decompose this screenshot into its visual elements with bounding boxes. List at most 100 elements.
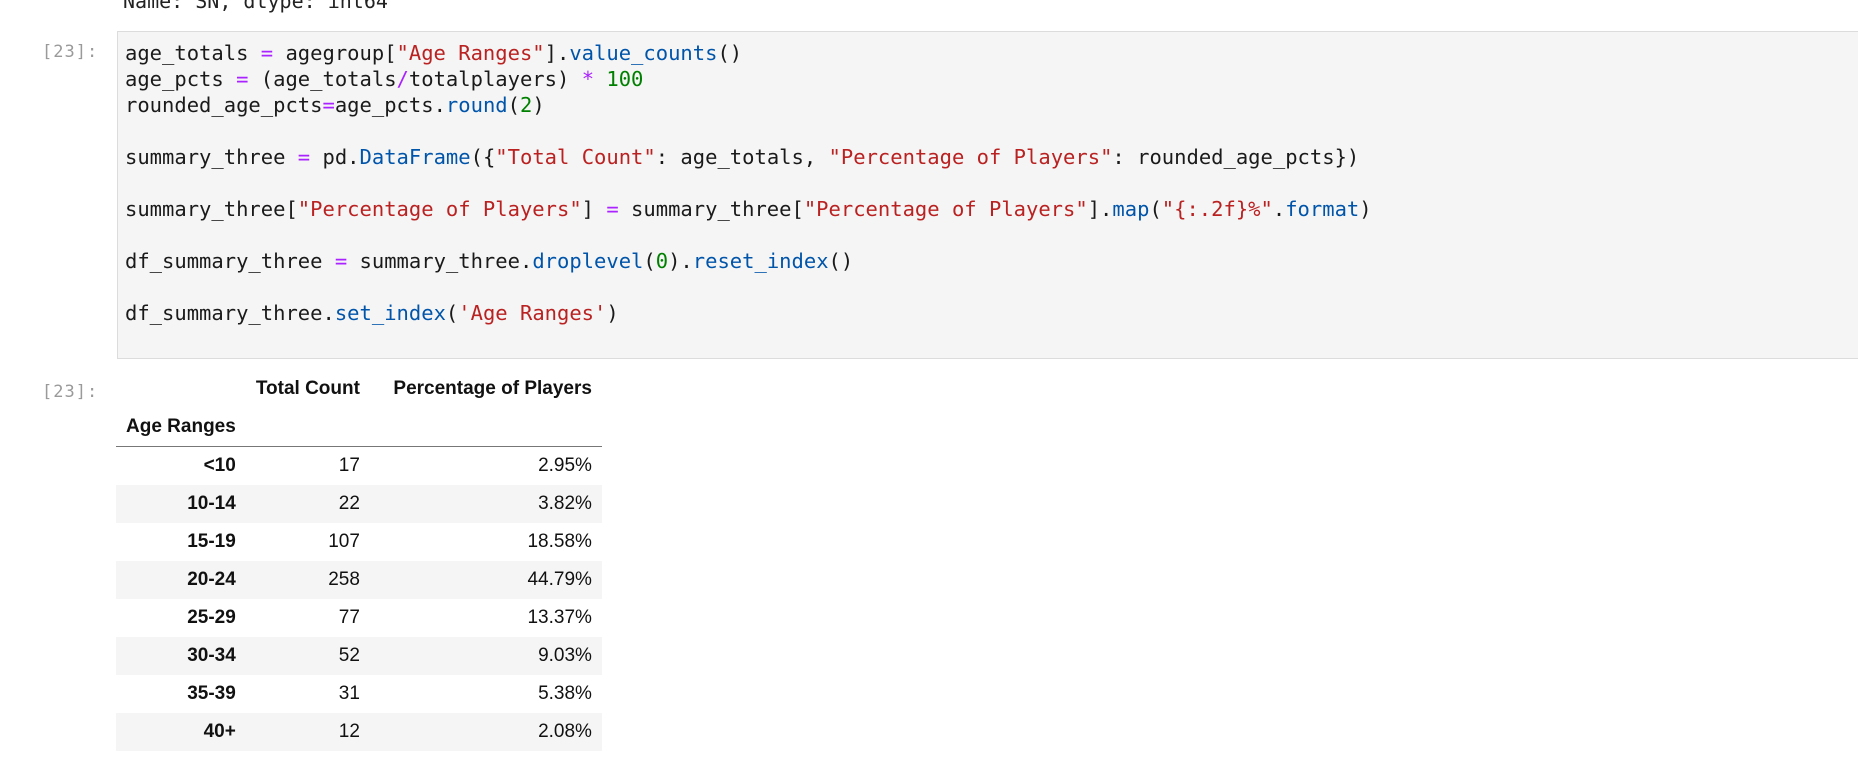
code-token: format [1285, 197, 1360, 221]
total-count-cell: 107 [328, 531, 360, 552]
code-token: () [717, 41, 743, 65]
code-token: ({ [470, 145, 496, 169]
code-token: () [828, 249, 854, 273]
code-token: round [445, 93, 508, 117]
code-line: df_summary_three = summary_three.droplev… [125, 249, 853, 273]
code-line: summary_three = pd.DataFrame({"Total Cou… [125, 145, 1359, 169]
code-line: rounded_age_pcts=age_pcts.round(2) [125, 93, 545, 117]
code-token: "Age Ranges" [396, 41, 545, 65]
code-token: ( [507, 93, 520, 117]
code-token: = [334, 249, 348, 273]
table-body: <10 17 2.95% 10-14 22 3.82% 15-19 107 18.58% 20-2… [116, 447, 602, 751]
code-token: pd. [310, 145, 360, 169]
total-count-cell: 258 [328, 569, 360, 590]
code-token: age_pcts. [334, 93, 446, 117]
code-token: * [581, 67, 595, 91]
row-index-label: 40+ [203, 721, 236, 742]
blank-header-cell [245, 408, 370, 447]
code-token: DataFrame [359, 145, 471, 169]
previous-output-text: Name: SN, dtype: int64 [123, 0, 388, 13]
code-line: age_pcts = (age_totals/totalplayers) * 1… [125, 67, 643, 91]
code-token: set_index [334, 301, 446, 325]
table-row: 25-29 77 13.37% [116, 599, 602, 637]
code-token: 100 [606, 67, 644, 91]
index-header-row: Age Ranges [116, 408, 602, 447]
code-token: ) [1359, 197, 1372, 221]
code-token: reset_index [692, 249, 829, 273]
table-row: 35-39 31 5.38% [116, 675, 602, 713]
code-token: (age_totals [248, 67, 397, 91]
column-header-row: Total Count Percentage of Players [116, 370, 602, 408]
code-token: "Percentage of Players" [828, 145, 1113, 169]
code-token: ] [581, 197, 607, 221]
code-token: "{:.2f}%" [1161, 197, 1273, 221]
code-token: agegroup[ [273, 41, 397, 65]
total-count-cell: 12 [338, 721, 360, 742]
output-prompt: [23]: [42, 382, 99, 402]
code-token: 2 [519, 93, 533, 117]
code-token: = [606, 197, 619, 221]
index-name-header: Age Ranges [116, 408, 246, 447]
code-token: value_counts [569, 41, 718, 65]
column-header-percentage: Percentage of Players [393, 378, 592, 399]
code-token: / [396, 67, 409, 91]
row-index-label: 35-39 [187, 683, 236, 704]
table-row: 10-14 22 3.82% [116, 485, 602, 523]
code-token: ( [1149, 197, 1162, 221]
input-prompt: [23]: [42, 42, 99, 62]
code-token: summary_three [125, 145, 298, 169]
code-token: 0 [655, 249, 669, 273]
code-token: "Percentage of Players" [803, 197, 1088, 221]
code-token: . [1272, 197, 1286, 221]
row-index-label: 25-29 [187, 607, 236, 628]
code-token: ) [606, 301, 619, 325]
code-token: summary_three[ [125, 197, 298, 221]
code-token: map [1112, 197, 1150, 221]
code-token: ( [643, 249, 656, 273]
percentage-cell: 18.58% [527, 531, 592, 552]
code-token: 'Age Ranges' [458, 301, 607, 325]
table-row: <10 17 2.95% [116, 447, 602, 486]
percentage-cell: 5.38% [538, 683, 592, 704]
blank-header-cell [116, 370, 246, 408]
row-index-label: 10-14 [187, 493, 236, 514]
code-token: df_summary_three [125, 249, 335, 273]
blank-header-cell [369, 408, 602, 447]
percentage-cell: 2.08% [538, 721, 592, 742]
percentage-cell: 44.79% [527, 569, 592, 590]
code-token: = [236, 67, 249, 91]
code-token: age_pcts [125, 67, 237, 91]
code-token: : rounded_age_pcts}) [1112, 145, 1360, 169]
code-token: summary_three. [347, 249, 533, 273]
table-row: 30-34 52 9.03% [116, 637, 602, 675]
total-count-cell: 22 [338, 493, 360, 514]
total-count-cell: 52 [338, 645, 360, 666]
code-token: age_totals [125, 41, 261, 65]
row-index-label: <10 [203, 455, 236, 476]
code-token: = [297, 145, 311, 169]
code-token: droplevel [532, 249, 644, 273]
code-token: : age_totals, [655, 145, 829, 169]
code-token: ( [445, 301, 459, 325]
total-count-cell: 31 [338, 683, 360, 704]
table-row: 40+ 12 2.08% [116, 713, 602, 751]
code-editor[interactable]: age_totals = agegroup["Age Ranges"]. valu… [118, 32, 1858, 326]
row-index-label: 15-19 [187, 531, 236, 552]
code-token: ). [668, 249, 693, 273]
code-line: age_totals = agegroup["Age Ranges"].valu… [125, 41, 742, 65]
percentage-cell: 13.37% [527, 607, 592, 628]
code-token: rounded_age_pcts [125, 93, 323, 117]
code-line: df_summary_three.set_index('Age Ranges') [125, 301, 619, 325]
code-token: totalplayers) [408, 67, 582, 91]
total-count-cell: 77 [338, 607, 360, 628]
code-cell-input[interactable]: age_totals = agegroup["Age Ranges"]. valu… [117, 31, 1858, 359]
column-header-total-count: Total Count [255, 378, 360, 399]
code-line: summary_three["Percentage of Players"] =… [125, 197, 1372, 221]
code-token: "Percentage of Players" [297, 197, 582, 221]
code-token: "Total Count" [495, 145, 656, 169]
dataframe-output-table: Total Count Percentage of Players Age Ra… [116, 370, 602, 751]
row-index-label: 30-34 [187, 645, 236, 666]
code-token: ]. [1087, 197, 1113, 221]
percentage-cell: 2.95% [538, 455, 592, 476]
